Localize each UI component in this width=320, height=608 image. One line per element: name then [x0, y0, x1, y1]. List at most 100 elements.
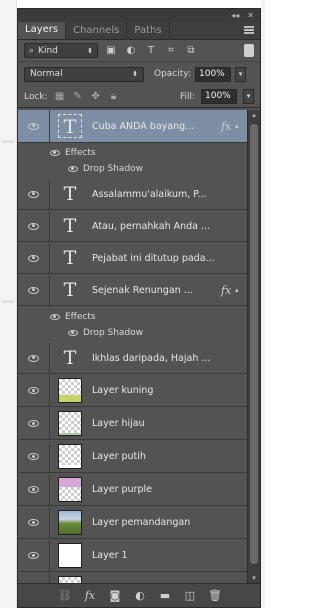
eye-icon	[28, 122, 39, 130]
visibility-toggle[interactable]	[18, 179, 50, 209]
link-layers-icon[interactable]: ⛓	[58, 589, 72, 603]
text-layer-icon: T	[58, 114, 82, 138]
layer-filter-row: ⌕ Kind ⬍ ▣ ◐ T ⌗ ⧉	[18, 40, 260, 62]
panel-menu-icon[interactable]	[244, 26, 254, 34]
layer-row[interactable]: T Sejenak Renungan ... fx ▴	[18, 275, 248, 306]
opacity-dropdown-icon[interactable]: ▾	[235, 66, 246, 82]
type-filter-icon[interactable]: T	[144, 44, 158, 57]
scroll-thumb[interactable]	[250, 124, 258, 564]
eye-icon	[28, 420, 39, 427]
text-layer-icon: T	[63, 347, 77, 369]
fill-dropdown-icon[interactable]: ▾	[243, 89, 254, 104]
trash-icon[interactable]: 🗑︎	[208, 589, 222, 603]
visibility-toggle[interactable]	[18, 110, 50, 142]
lock-label: Lock:	[24, 91, 48, 102]
collapse-effects-icon[interactable]: ▴	[235, 286, 245, 294]
left-dock-strip	[0, 0, 17, 608]
pixel-filter-icon[interactable]: ▣	[104, 44, 118, 57]
smart-object-filter-icon[interactable]: ⧉	[184, 44, 198, 57]
fill-label: Fill:	[179, 91, 195, 102]
layer-name[interactable]: Pejabat ini ditutup pada...	[92, 253, 248, 264]
add-style-fx-icon[interactable]: fx	[83, 589, 97, 603]
filter-toggle[interactable]	[244, 44, 254, 57]
layer-row[interactable]: Layer putih	[18, 441, 248, 473]
layer-name[interactable]: Assalammu'alaikum, P...	[92, 189, 248, 200]
dock-marker	[2, 140, 14, 143]
layer-name[interactable]: Cuba ANDA bayang...	[92, 121, 221, 132]
effects-row[interactable]: Effects	[50, 309, 248, 325]
layer-name[interactable]: Layer purple	[92, 484, 248, 495]
lock-all-icon[interactable]: 🔒︎	[108, 91, 120, 103]
layer-row[interactable]: Layer pemandangan	[18, 507, 248, 539]
layer-name[interactable]: Layer putih	[92, 451, 248, 462]
layer-row[interactable]: Layer purple	[18, 474, 248, 506]
tab-paths[interactable]: Paths	[127, 23, 170, 39]
fill-field[interactable]: 100%	[201, 89, 237, 104]
thumbnail-color-band	[59, 433, 81, 435]
visibility-toggle[interactable]	[18, 343, 50, 373]
tab-layers[interactable]: Layers	[18, 22, 67, 39]
visibility-toggle[interactable]	[18, 507, 50, 538]
layer-thumbnail	[58, 411, 82, 436]
layer-row[interactable]: Layer hijau	[18, 408, 248, 440]
layer-row[interactable]: T Cuba ANDA bayang... fx ▴	[18, 110, 248, 143]
eye-icon[interactable]	[50, 314, 60, 320]
collapse-effects-icon[interactable]: ▴	[235, 122, 245, 130]
layer-name[interactable]: Layer kuning	[92, 385, 248, 396]
fx-icon[interactable]: fx	[221, 120, 235, 133]
shape-filter-icon[interactable]: ⌗	[164, 44, 178, 57]
select-arrows-icon: ⬍	[87, 46, 93, 55]
adjustment-layer-icon[interactable]: ◐	[133, 589, 147, 603]
layer-row[interactable]: T Assalammu'alaikum, P...	[18, 179, 248, 210]
layer-name[interactable]: Layer pemandangan	[92, 517, 248, 528]
eye-icon	[28, 190, 39, 198]
layers-scrollbar[interactable]: ▴ ▾	[247, 110, 260, 584]
eye-icon[interactable]	[50, 150, 60, 156]
layer-row[interactable]: T Ikhlas daripada, Hajah ...	[18, 343, 248, 374]
effects-row[interactable]: Effects	[50, 145, 248, 161]
layer-name[interactable]: Layer 1	[92, 550, 248, 561]
thumbnail-color-band	[59, 395, 81, 402]
drop-shadow-row[interactable]: Drop Shadow	[50, 325, 248, 341]
add-mask-icon[interactable]: ◙	[108, 589, 122, 603]
new-layer-icon[interactable]: ◫	[183, 589, 197, 603]
layer-row[interactable]: T Atau, pernahkah Anda ...	[18, 211, 248, 242]
lock-pixels-icon[interactable]: ✎	[72, 91, 84, 103]
lock-transparent-icon[interactable]: ▦	[54, 91, 66, 103]
collapse-icon[interactable]: ◂◂	[231, 11, 239, 20]
layer-name[interactable]: Sejenak Renungan ...	[92, 285, 221, 296]
blend-mode-value: Normal	[30, 69, 63, 79]
fx-icon[interactable]: fx	[221, 284, 235, 297]
drop-shadow-row[interactable]: Drop Shadow	[50, 161, 248, 177]
layer-row[interactable]: Layer 1	[18, 540, 248, 572]
filter-kind-select[interactable]: ⌕ Kind ⬍	[24, 43, 98, 58]
layer-name[interactable]: Ikhlas daripada, Hajah ...	[92, 353, 248, 364]
eye-icon	[28, 552, 39, 559]
visibility-toggle[interactable]	[18, 243, 50, 273]
visibility-toggle[interactable]	[18, 441, 50, 472]
eye-icon[interactable]	[68, 330, 78, 336]
eye-icon[interactable]	[68, 166, 78, 172]
tab-channels[interactable]: Channels	[66, 23, 128, 39]
panel-titlebar: ◂◂ ✕	[18, 9, 260, 22]
visibility-toggle[interactable]	[18, 211, 50, 241]
effects-label: Effects	[65, 148, 96, 158]
layer-row[interactable]: Layer kuning	[18, 375, 248, 407]
visibility-toggle[interactable]	[18, 540, 50, 571]
visibility-toggle[interactable]	[18, 375, 50, 406]
close-icon[interactable]: ✕	[247, 11, 254, 20]
lock-position-icon[interactable]: ✥	[90, 91, 102, 103]
layer-name[interactable]: Atau, pernahkah Anda ...	[92, 221, 248, 232]
visibility-toggle[interactable]	[18, 408, 50, 439]
layer-name[interactable]: Layer hijau	[92, 418, 248, 429]
blend-mode-select[interactable]: Normal ⬍	[24, 66, 144, 82]
visibility-toggle[interactable]	[18, 275, 50, 305]
opacity-field[interactable]: 100%	[195, 66, 231, 82]
thumbnail-color-band	[59, 478, 81, 487]
eye-icon	[28, 286, 39, 294]
layer-row[interactable]: T Pejabat ini ditutup pada...	[18, 243, 248, 274]
scroll-up-icon[interactable]: ▴	[248, 110, 260, 121]
new-group-icon[interactable]: ▬	[158, 589, 172, 603]
visibility-toggle[interactable]	[18, 474, 50, 505]
adjustment-filter-icon[interactable]: ◐	[124, 44, 138, 57]
